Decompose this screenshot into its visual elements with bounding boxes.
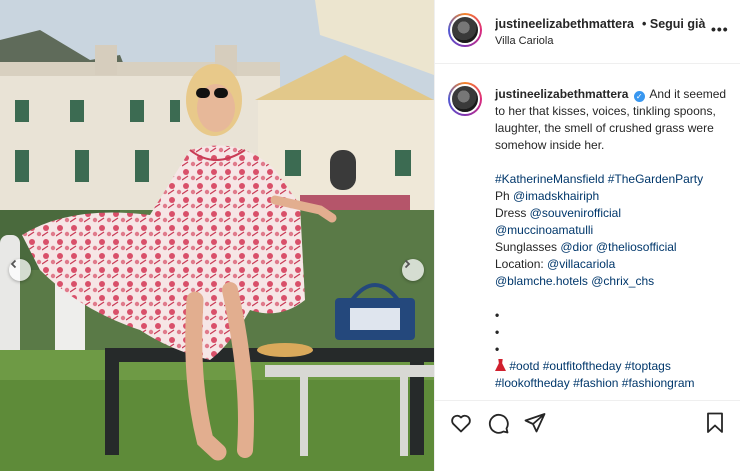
chevron-left-icon: [10, 259, 17, 269]
sunglasses-label: Sunglasses: [495, 240, 561, 254]
caption-dress-line: Dress @souvenirofficial: [495, 205, 727, 222]
chevron-right-icon: [404, 259, 411, 269]
mention-theliosofficial[interactable]: @theliosofficial: [596, 240, 677, 254]
post-username[interactable]: justineelizabethmattera: [495, 17, 634, 31]
follow-status[interactable]: • Segui già: [642, 17, 705, 31]
mention-muccinoamatulli[interactable]: @muccinoamatulli: [495, 222, 727, 239]
mention-imadskhairiph[interactable]: @imadskhairiph: [513, 189, 599, 203]
mention-souvenirofficial[interactable]: @souvenirofficial: [530, 206, 621, 220]
caption-dot: •: [495, 342, 500, 356]
mention-dior[interactable]: @dior: [560, 240, 592, 254]
dress-emoji-icon: [495, 359, 506, 371]
previous-image-button[interactable]: [9, 259, 31, 281]
caption-ph-line: Ph @imadskhairiph: [495, 188, 727, 205]
action-bar: [435, 400, 740, 471]
post-photo[interactable]: [0, 0, 434, 471]
hashtag-fashiongram[interactable]: #fashiongram: [622, 376, 695, 390]
following-button[interactable]: Segui già: [650, 17, 706, 31]
mention-chrix-chs[interactable]: @chrix_chs: [591, 274, 654, 288]
dress-label: Dress: [495, 206, 530, 220]
caption-handles-line: @blamche.hotels @chrix_chs: [495, 273, 727, 290]
mention-blamche-hotels[interactable]: @blamche.hotels: [495, 274, 588, 288]
more-options-button[interactable]: •••: [711, 22, 729, 36]
caption-dot: •: [495, 308, 500, 322]
hashtag-ootd[interactable]: #ootd: [509, 359, 539, 373]
heart-icon[interactable]: [449, 411, 473, 435]
caption-username[interactable]: justineelizabethmattera: [495, 87, 628, 101]
separator-dot: •: [642, 17, 647, 31]
photo-illustration: [0, 0, 434, 471]
hashtag-fashion[interactable]: #fashion: [573, 376, 618, 390]
caption-location-line: Location: @villacariola: [495, 256, 727, 273]
hashtag-toptags[interactable]: #toptags: [625, 359, 671, 373]
avatar[interactable]: [448, 13, 482, 47]
hashtag-outfitoftheday[interactable]: #outfitoftheday: [543, 359, 622, 373]
hashtag-lookoftheday[interactable]: #lookoftheday: [495, 376, 570, 390]
post-header: justineelizabethmattera • Segui già Vill…: [435, 0, 740, 64]
caption-dot: •: [495, 325, 500, 339]
caption-hashtags[interactable]: #KatherineMansfield #TheGardenParty: [495, 171, 727, 188]
caption-area: justineelizabethmattera ✓ And it seemed …: [435, 64, 740, 400]
post-sidebar: justineelizabethmattera • Segui già Vill…: [434, 0, 740, 471]
location-label: Location:: [495, 257, 548, 271]
caption-tags-line2: #lookoftheday #fashion #fashiongram: [495, 375, 727, 392]
next-image-button[interactable]: [402, 259, 424, 281]
verified-badge-icon: ✓: [633, 91, 645, 102]
ph-label: Ph: [495, 189, 514, 203]
caption-tags-line1: #ootd #outfitoftheday #toptags: [495, 358, 727, 375]
bookmark-icon[interactable]: [703, 411, 727, 435]
mention-villacariola[interactable]: @villacariola: [547, 257, 615, 271]
comment-icon[interactable]: [486, 411, 510, 435]
caption-text: justineelizabethmattera ✓ And it seemed …: [495, 86, 727, 392]
post-location[interactable]: Villa Cariola: [495, 35, 554, 47]
paper-plane-icon[interactable]: [523, 411, 547, 435]
caption-avatar[interactable]: [448, 82, 482, 116]
caption-sunglasses-line: Sunglasses @dior @theliosofficial: [495, 239, 727, 256]
